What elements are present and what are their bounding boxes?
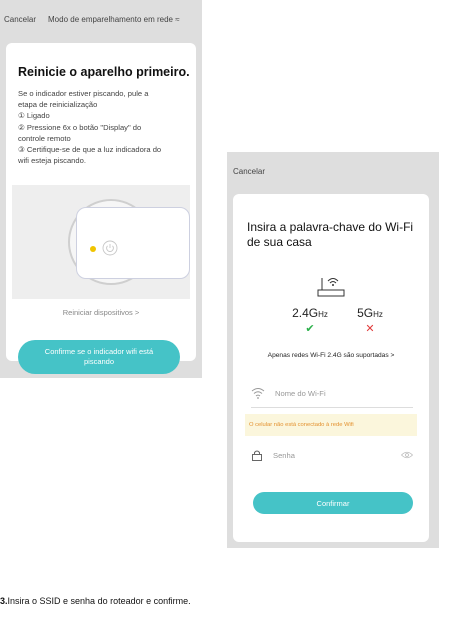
power-icon [102, 240, 118, 256]
password-field[interactable]: Senha [251, 442, 413, 468]
band-5-unit: Hz [373, 310, 383, 319]
band-24-unit: Hz [318, 310, 328, 319]
confirm-button[interactable]: Confirmar [253, 492, 413, 514]
frequency-bands: 2.4GHz ✔ 5GHz ✕ [285, 306, 395, 335]
band-24-label: 2.4G [292, 306, 319, 320]
router-icon [317, 278, 345, 297]
instruction-line: wifi esteja piscando. [18, 156, 86, 166]
wifi-icon [251, 388, 265, 399]
top-bar: Cancelar [227, 152, 439, 190]
band-24ghz: 2.4GHz ✔ [285, 306, 335, 335]
restart-card: Reinicie o aparelho primeiro. Se o indic… [6, 43, 196, 374]
supported-networks-link[interactable]: Apenas redes Wi-Fi 2.4G são suportadas > [233, 352, 429, 359]
wifi-password-screen: Cancelar Insira a palavra-chave do Wi-Fi… [227, 152, 439, 548]
pairing-mode-selector[interactable]: Modo de emparelhamento em rede ≈ [48, 15, 180, 24]
lock-icon [252, 450, 262, 461]
instruction-line: ③ Certifique-se de que a luz indicadora … [18, 145, 162, 155]
confirm-indicator-button[interactable]: Confirme se o indicador wifi está piscan… [18, 340, 180, 374]
band-5-label: 5G [357, 306, 374, 320]
restart-devices-link[interactable]: Reiniciar dispositivos > [6, 308, 196, 317]
wifi-card: Insira a palavra-chave do Wi-Fi de sua c… [233, 194, 429, 542]
check-icon: ✔ [305, 323, 315, 335]
device-illustration [12, 185, 190, 299]
cross-icon: ✕ [365, 323, 375, 335]
instruction-line: ① Ligado [18, 111, 50, 121]
top-bar: Cancelar Modo de emparelhamento em rede … [0, 0, 202, 38]
instruction-line: etapa de reinicialização [18, 100, 98, 110]
instruction-line: controle remoto [18, 133, 71, 143]
eye-icon[interactable] [401, 451, 413, 459]
not-connected-warning: O celular não está conectado à rede Wifi [245, 414, 417, 436]
instructions: Se o indicador estiver piscando, pule a … [18, 88, 188, 166]
instruction-line: Se o indicador estiver piscando, pule a [18, 89, 149, 98]
led-indicator-icon [90, 246, 96, 252]
page-title: Reinicie o aparelho primeiro. [18, 65, 190, 79]
step-text: Insira o SSID e senha do roteador e conf… [7, 596, 191, 606]
restart-device-screen: Cancelar Modo de emparelhamento em rede … [0, 0, 202, 378]
password-placeholder: Senha [273, 450, 295, 460]
instruction-line: ② Pressione 6x o botão "Display" do [18, 122, 142, 132]
cancel-button[interactable]: Cancelar [4, 15, 36, 24]
confirm-indicator-label: Confirme se o indicador wifi está piscan… [44, 347, 154, 366]
wifi-name-field[interactable]: Nome do Wi-Fi [251, 379, 413, 408]
band-5ghz: 5GHz ✕ [345, 306, 395, 335]
device-panel [76, 207, 190, 279]
page-title: Insira a palavra-chave do Wi-Fi de sua c… [247, 220, 414, 249]
wifi-name-placeholder: Nome do Wi-Fi [275, 388, 326, 398]
step-caption: 3.Insira o SSID e senha do roteador e co… [0, 596, 191, 606]
cancel-button[interactable]: Cancelar [233, 167, 265, 176]
step-number: 3. [0, 596, 8, 606]
